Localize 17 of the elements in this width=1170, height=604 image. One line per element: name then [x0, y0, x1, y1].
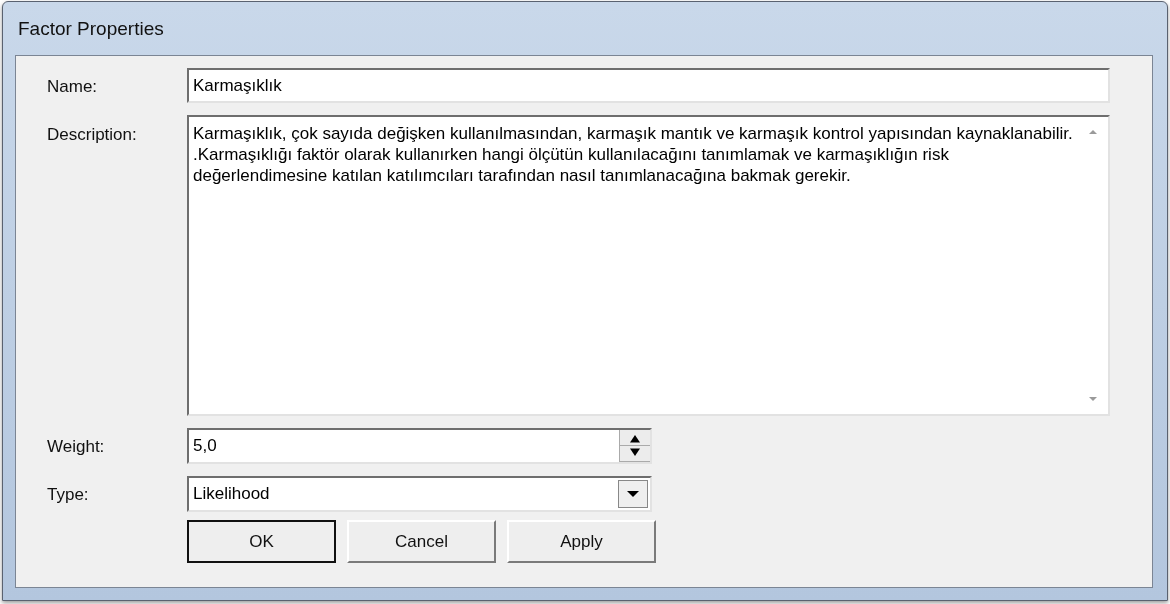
- description-text: Karmaşıklık, çok sayıda değişken kullanılmasından, karmaşık mantık ve karmaşık kontrol yapısından kaynaklanabilir. .Karmaşıklığı faktör olarak kullanırken hangi ölçütün kullanılacağını tanımlamak ve karmaşıklığın risk değerlendimesine katılan katılımcıları tarafından nasıl tanımlanacağına bakmak gerekir.: [193, 123, 1073, 186]
- name-field[interactable]: Karmaşıklık: [187, 68, 1110, 103]
- window-title: Factor Properties: [17, 17, 164, 40]
- spin-down-icon[interactable]: [620, 446, 650, 462]
- scroll-up-icon[interactable]: [1088, 129, 1098, 135]
- field-label: Description:: [46, 124, 138, 145]
- dialog-button[interactable]: OK: [187, 520, 336, 563]
- field-label: Weight:: [46, 436, 106, 457]
- description-field[interactable]: [187, 115, 1110, 416]
- dialog-button[interactable]: Cancel: [347, 520, 496, 563]
- type-dropdown[interactable]: Likelihood: [187, 476, 652, 512]
- scroll-down-icon[interactable]: [1088, 396, 1098, 402]
- field-label: Name:: [46, 75, 99, 97]
- field-label: Type:: [46, 484, 90, 505]
- dialog-button[interactable]: Apply: [507, 520, 656, 563]
- spin-up-icon[interactable]: [620, 430, 650, 446]
- weight-spinbox[interactable]: 5,0: [187, 428, 652, 464]
